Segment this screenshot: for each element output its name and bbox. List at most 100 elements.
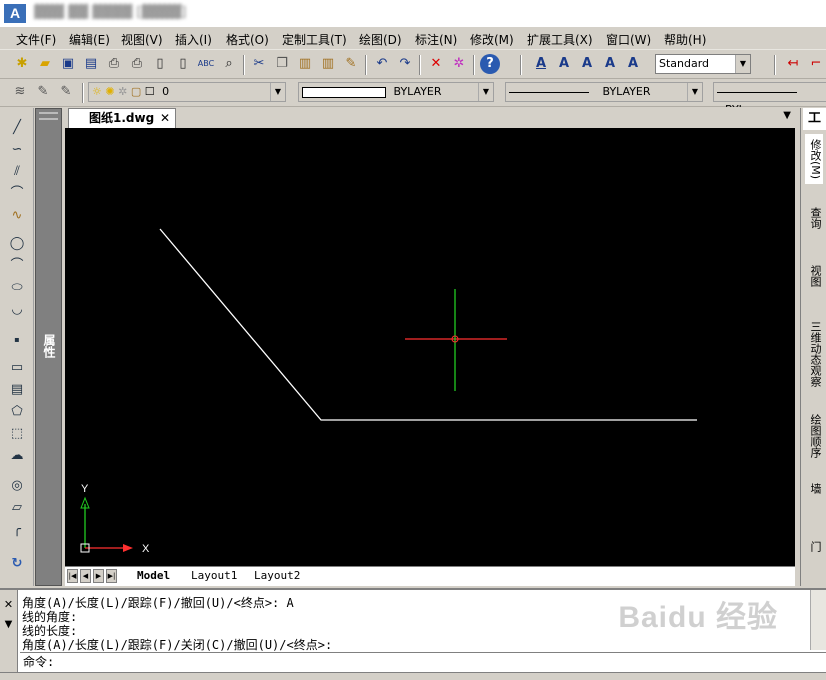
tab-wall[interactable]: 墙	[805, 478, 823, 498]
tab-layout2[interactable]: Layout2	[254, 569, 300, 582]
dimension-aligned-icon[interactable]: ⌐	[806, 54, 826, 74]
arc-icon[interactable]: ⌒	[7, 184, 27, 204]
purge-icon[interactable]: ✲	[449, 54, 469, 74]
redo-icon[interactable]: ↷	[395, 54, 415, 74]
linetype-select[interactable]: BYLAYER ▼	[505, 82, 703, 102]
tab-query[interactable]: 查询	[805, 200, 823, 236]
close-icon[interactable]: ✕	[160, 109, 170, 127]
last-tab-icon[interactable]: ▶|	[106, 569, 117, 583]
menu-insert[interactable]: 插入(I)	[173, 30, 214, 49]
plot-icon[interactable]: ⎙	[127, 54, 147, 74]
point-icon[interactable]: ▪	[7, 330, 27, 350]
command-scrollbar[interactable]	[810, 590, 826, 650]
properties-panel[interactable]: 属性	[35, 108, 62, 586]
paste-icon[interactable]: ▥	[295, 54, 315, 74]
table-icon[interactable]: ▱	[7, 498, 27, 518]
tab-draw-order[interactable]: 绘图顺序	[805, 408, 823, 464]
fillet-icon[interactable]: ╭	[7, 520, 27, 540]
layer-state-icon[interactable]: ✎	[56, 82, 76, 102]
chevron-down-icon[interactable]: ▼	[478, 83, 493, 101]
scale-text-icon[interactable]: A	[623, 54, 643, 74]
edit-text-icon[interactable]: A	[577, 54, 597, 74]
polygon-icon[interactable]: ⬠	[7, 402, 27, 422]
menu-custom-tools[interactable]: 定制工具(T)	[280, 30, 349, 49]
regenerate-icon[interactable]: ↻	[7, 554, 27, 574]
revision-cloud-icon[interactable]: ☁	[7, 446, 27, 466]
menu-dimension[interactable]: 标注(N)	[413, 30, 459, 49]
command-window-handle[interactable]: ✕ ▼	[0, 590, 18, 674]
hatch-icon[interactable]: ▤	[7, 380, 27, 400]
first-tab-icon[interactable]: |◀	[67, 569, 78, 583]
menu-draw[interactable]: 绘图(D)	[357, 30, 404, 49]
tab-list-icon[interactable]: ▼	[783, 110, 791, 121]
save-icon[interactable]: ▣	[58, 54, 78, 74]
text-icon[interactable]: A	[554, 54, 574, 74]
chevron-down-icon[interactable]: ▼	[0, 619, 17, 630]
sun-icon[interactable]: ✺	[105, 85, 114, 98]
menu-view[interactable]: 视图(V)	[119, 30, 165, 49]
lightbulb-icon[interactable]: ☼	[92, 85, 102, 98]
copy-icon[interactable]: ❐	[272, 54, 292, 74]
tab-3d-orbit[interactable]: 三维动态观察	[805, 314, 823, 394]
new-file-icon[interactable]: ✱	[12, 54, 32, 74]
tab-modify[interactable]: 修改(M)	[805, 134, 823, 184]
lineweight-select[interactable]: BYL	[713, 82, 826, 116]
chevron-down-icon[interactable]: ▼	[270, 83, 285, 101]
print-icon[interactable]: ⎙	[104, 54, 124, 74]
panel-grip[interactable]	[39, 112, 58, 120]
help-icon[interactable]: ?	[480, 54, 500, 74]
next-tab-icon[interactable]: ▶	[93, 569, 104, 583]
rectangle-icon[interactable]: ▭	[7, 358, 27, 378]
match-properties-icon[interactable]: ✎	[341, 54, 361, 74]
text-style-icon[interactable]: A	[531, 54, 551, 74]
open-folder-icon[interactable]: ▰	[35, 54, 55, 74]
drawn-polyline[interactable]	[159, 228, 697, 421]
close-icon[interactable]: ✕	[0, 598, 17, 611]
menu-help[interactable]: 帮助(H)	[662, 30, 708, 49]
insert-block-icon[interactable]: ⬚	[7, 424, 27, 444]
layer-previous-icon[interactable]: ✎	[33, 82, 53, 102]
save-as-icon[interactable]: ▤	[81, 54, 101, 74]
delete-icon[interactable]: ✕	[426, 54, 446, 74]
chevron-down-icon[interactable]: ▼	[735, 55, 750, 73]
color-select[interactable]: BYLAYER ▼	[298, 82, 494, 102]
circle-icon[interactable]: ◯	[7, 234, 27, 254]
donut-icon[interactable]: ◎	[7, 476, 27, 496]
polyline-icon[interactable]: ∽	[7, 140, 27, 160]
chevron-down-icon[interactable]: ▼	[687, 83, 702, 101]
find-text-icon[interactable]: A	[600, 54, 620, 74]
tab-view[interactable]: 视图	[805, 258, 823, 294]
document-tab[interactable]: 图纸1.dwg ✕	[68, 108, 176, 128]
prev-tab-icon[interactable]: ◀	[80, 569, 91, 583]
publish-icon[interactable]: ▯	[173, 54, 193, 74]
menu-file[interactable]: 文件(F)	[14, 30, 58, 49]
find-icon[interactable]: ⌕	[219, 54, 239, 74]
paste-special-icon[interactable]: ▥	[318, 54, 338, 74]
line-icon[interactable]: ╱	[7, 118, 27, 138]
menu-edit[interactable]: 编辑(E)	[67, 30, 112, 49]
freeze-icon[interactable]: ✲	[118, 85, 127, 98]
layer-select[interactable]: ☼ ✺ ✲ ▢ ☐ 0 ▼	[88, 82, 286, 102]
print-preview-icon[interactable]: ▯	[150, 54, 170, 74]
tab-model[interactable]: Model	[137, 569, 170, 582]
tab-layout1[interactable]: Layout1	[191, 569, 237, 582]
spline-icon[interactable]: ∿	[7, 206, 27, 226]
menu-window[interactable]: 窗口(W)	[604, 30, 653, 49]
cut-icon[interactable]: ✂	[249, 54, 269, 74]
arc-3point-icon[interactable]: ⌒	[7, 256, 27, 276]
layer-manager-icon[interactable]: ≋	[10, 82, 30, 102]
command-input[interactable]: 命令:	[20, 652, 826, 672]
undo-icon[interactable]: ↶	[372, 54, 392, 74]
menu-format[interactable]: 格式(O)	[224, 30, 271, 49]
text-style-select[interactable]: Standard ▼	[655, 54, 751, 74]
spell-check-icon[interactable]: ABC	[196, 54, 216, 74]
dimension-linear-icon[interactable]: ↤	[783, 54, 803, 74]
app-logo-icon[interactable]: A	[4, 4, 26, 23]
menu-extended-tools[interactable]: 扩展工具(X)	[525, 30, 595, 49]
tab-door[interactable]: 门	[805, 536, 823, 556]
construction-line-icon[interactable]: ⫽	[7, 162, 27, 182]
ellipse-arc-icon[interactable]: ◡	[7, 300, 27, 320]
ellipse-icon[interactable]: ⬭	[7, 278, 27, 298]
menu-modify[interactable]: 修改(M)	[468, 30, 516, 49]
lock-icon[interactable]: ▢	[131, 85, 141, 98]
